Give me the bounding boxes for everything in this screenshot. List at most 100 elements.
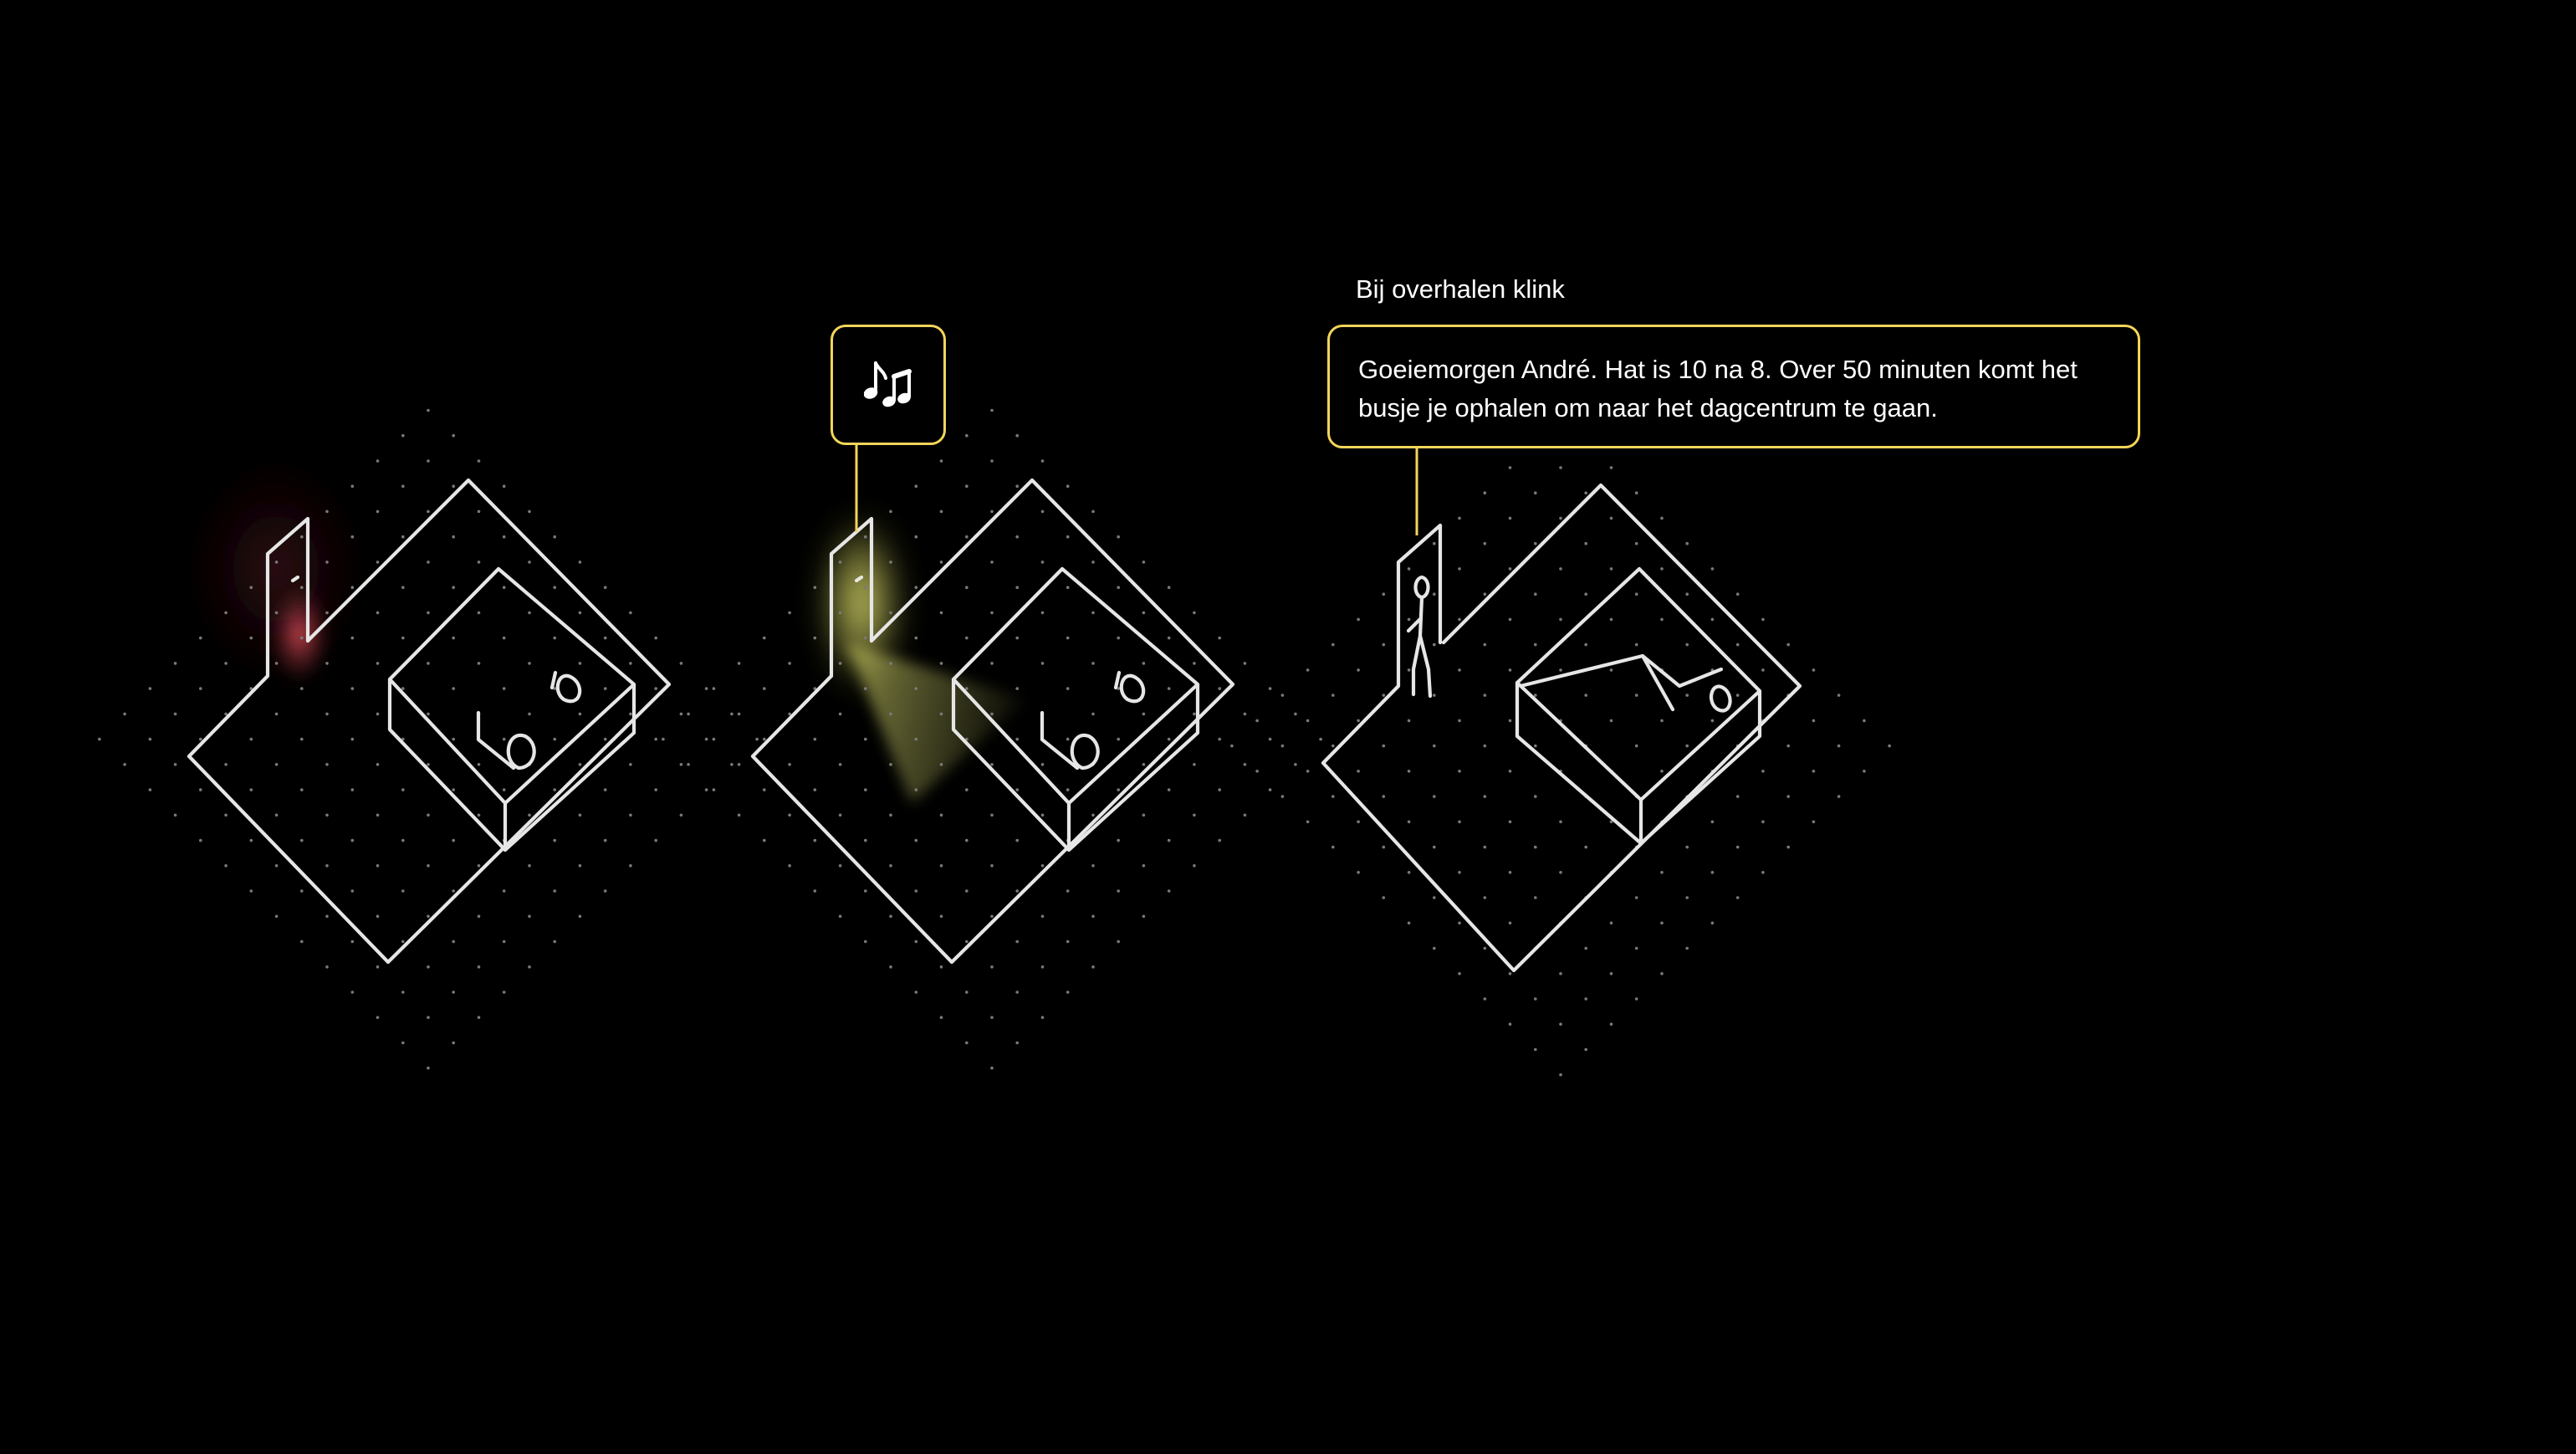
grid-dot — [654, 737, 657, 741]
grid-dot — [1167, 889, 1171, 893]
grid-dot — [1458, 871, 1461, 874]
grid-dot — [1243, 662, 1247, 665]
grid-dot — [376, 459, 380, 463]
grid-dot — [274, 763, 279, 766]
grid-dot — [1357, 617, 1360, 622]
grid-dot — [528, 561, 531, 564]
grid-dot — [737, 763, 741, 766]
grid-dot — [98, 737, 101, 741]
grid-dot — [1559, 1022, 1562, 1026]
grid-dot — [376, 763, 380, 766]
grid-dot — [452, 939, 455, 944]
grid-dot — [1433, 744, 1436, 748]
grid-dot — [1483, 541, 1487, 545]
speech-message: Goeiemorgen André. Hat is 10 na 8. Over … — [1358, 355, 2078, 422]
grid-dot — [629, 864, 632, 868]
grid-dot — [1534, 491, 1537, 494]
grid-dot — [990, 662, 994, 665]
grid-dot — [401, 838, 405, 842]
grid-dot — [1142, 864, 1146, 868]
grid-dot — [1167, 788, 1171, 791]
grid-dot — [914, 991, 918, 994]
grid-dot — [1382, 845, 1386, 849]
grid-dot — [1040, 561, 1045, 564]
grid-dot — [325, 763, 329, 766]
grid-dot — [199, 788, 202, 791]
grid-dot — [1066, 484, 1070, 488]
grid-dot — [249, 838, 253, 842]
grid-dot — [452, 636, 455, 640]
grid-dot — [502, 737, 506, 741]
grid-dot — [1142, 611, 1146, 615]
speech-callout: Goeiemorgen André. Hat is 10 na 8. Over … — [1327, 325, 2140, 448]
grid-dot — [1357, 770, 1360, 773]
grid-dot — [1040, 965, 1045, 969]
grid-dot — [376, 509, 380, 514]
grid-dot — [1559, 972, 1562, 975]
grid-dot — [1609, 921, 1613, 925]
grid-dot — [502, 991, 506, 994]
grid-dot — [1066, 788, 1070, 791]
grid-dot — [249, 737, 253, 741]
grid-dot — [730, 763, 733, 766]
grid-dot — [1735, 896, 1740, 899]
floor-dot-grid — [1230, 415, 1891, 1077]
grid-dot — [1634, 491, 1638, 494]
grid-dot — [1534, 643, 1537, 647]
grid-dot — [1218, 636, 1221, 640]
grid-dot — [1255, 770, 1259, 773]
grid-dot — [401, 433, 405, 438]
grid-dot — [1382, 744, 1386, 748]
grid-dot — [477, 561, 481, 564]
grid-dot — [427, 914, 430, 919]
grid-dot — [939, 864, 943, 868]
grid-dot — [939, 662, 943, 665]
grid-dot — [1319, 737, 1322, 741]
grid-dot — [965, 939, 969, 944]
grid-dot — [662, 737, 665, 741]
grid-dot — [864, 687, 867, 690]
grid-dot — [578, 763, 582, 766]
grid-dot — [788, 712, 791, 716]
grid-dot — [1142, 561, 1146, 564]
grid-dot — [578, 813, 582, 817]
grid-dot — [1040, 611, 1045, 615]
grid-dot — [1040, 813, 1045, 817]
grid-dot — [1294, 712, 1297, 716]
grid-dot — [1458, 617, 1461, 622]
grid-dot — [427, 965, 430, 969]
grid-dot — [477, 914, 481, 919]
grid-dot — [763, 687, 766, 690]
grid-dot — [864, 636, 867, 640]
grid-dot — [704, 788, 708, 791]
grid-dot — [123, 712, 126, 716]
grid-dot — [1117, 586, 1120, 589]
grid-dot — [1786, 845, 1790, 849]
grid-dot — [1458, 921, 1461, 925]
grid-dot — [1357, 719, 1360, 723]
grid-dot — [1534, 896, 1537, 899]
grid-dot — [1142, 662, 1146, 665]
grid-dot — [813, 838, 817, 842]
grid-dot — [477, 459, 481, 463]
grid-dot — [1584, 1047, 1587, 1052]
grid-dot — [1761, 668, 1765, 672]
grid-dot — [1331, 643, 1335, 647]
grid-dot — [1218, 788, 1221, 791]
grid-dot — [427, 611, 430, 615]
grid-dot — [1584, 997, 1587, 1001]
floor-dot-grid — [662, 408, 1322, 1070]
grid-dot — [629, 611, 632, 615]
grid-dot — [889, 561, 892, 564]
grid-dot — [1508, 516, 1512, 520]
grid-dot — [1218, 838, 1221, 842]
grid-dot — [477, 763, 481, 766]
grid-dot — [1142, 712, 1146, 716]
grid-dot — [965, 1041, 969, 1045]
grid-dot — [401, 586, 405, 589]
grid-dot — [224, 813, 227, 817]
grid-dot — [1634, 744, 1638, 748]
grid-dot — [199, 838, 202, 842]
grid-dot — [965, 687, 969, 690]
grid-dot — [864, 889, 867, 893]
